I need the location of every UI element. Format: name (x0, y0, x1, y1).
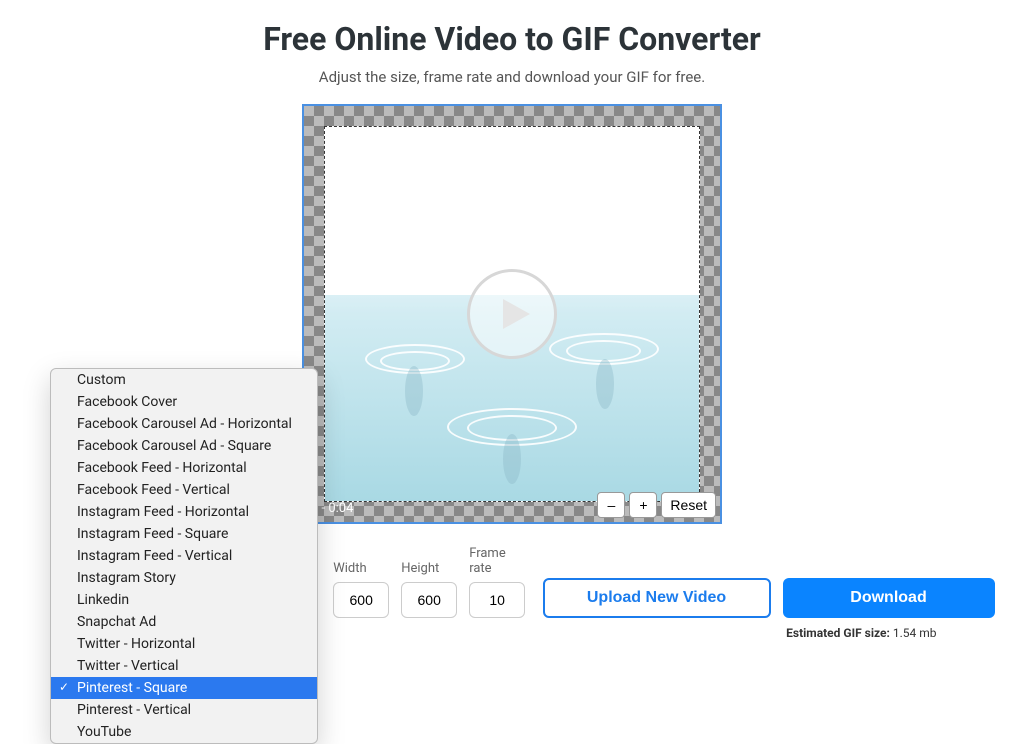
height-input[interactable] (401, 582, 457, 618)
preset-option[interactable]: Instagram Story (51, 567, 317, 589)
download-button[interactable]: Download (783, 578, 995, 618)
zoom-in-button[interactable]: + (629, 492, 657, 518)
width-field: Width (333, 561, 389, 618)
zoom-out-button[interactable]: – (597, 492, 625, 518)
preset-option[interactable]: Instagram Feed - Vertical (51, 545, 317, 567)
play-icon (497, 296, 533, 332)
zoom-controls: – + Reset (597, 492, 716, 518)
preset-option[interactable]: Snapchat Ad (51, 611, 317, 633)
preset-option[interactable]: Facebook Feed - Horizontal (51, 457, 317, 479)
width-label: Width (333, 561, 389, 576)
width-input[interactable] (333, 582, 389, 618)
preset-option[interactable]: Facebook Feed - Vertical (51, 479, 317, 501)
preset-option[interactable]: Pinterest - Square (51, 677, 317, 699)
height-field: Height (401, 561, 457, 618)
framerate-input[interactable] (469, 582, 525, 618)
preset-option[interactable]: Instagram Feed - Horizontal (51, 501, 317, 523)
page-title: Free Online Video to GIF Converter (263, 20, 761, 58)
zoom-reset-button[interactable]: Reset (661, 492, 716, 518)
preset-option[interactable]: Facebook Carousel Ad - Square (51, 435, 317, 457)
preset-option[interactable]: Pinterest - Vertical (51, 699, 317, 721)
preview-canvas[interactable]: 0 - 0:04 – + Reset (302, 104, 722, 524)
framerate-label: Frame rate (469, 546, 530, 576)
estimated-size: Estimated GIF size: 1.54 mb (786, 626, 936, 640)
framerate-field: Frame rate (469, 546, 530, 618)
preset-option[interactable]: YouTube (51, 721, 317, 743)
preset-option[interactable]: Custom (51, 369, 317, 391)
play-button[interactable] (467, 269, 557, 359)
preset-option[interactable]: Facebook Carousel Ad - Horizontal (51, 413, 317, 435)
preset-option[interactable]: Twitter - Horizontal (51, 633, 317, 655)
upload-new-video-button[interactable]: Upload New Video (543, 578, 771, 618)
preset-option[interactable]: Instagram Feed - Square (51, 523, 317, 545)
height-label: Height (401, 561, 457, 576)
page-subtitle: Adjust the size, frame rate and download… (319, 68, 705, 86)
preset-option[interactable]: Linkedin (51, 589, 317, 611)
preset-option[interactable]: Twitter - Vertical (51, 655, 317, 677)
preset-option[interactable]: Facebook Cover (51, 391, 317, 413)
size-preset-dropdown[interactable]: CustomFacebook CoverFacebook Carousel Ad… (50, 368, 318, 744)
